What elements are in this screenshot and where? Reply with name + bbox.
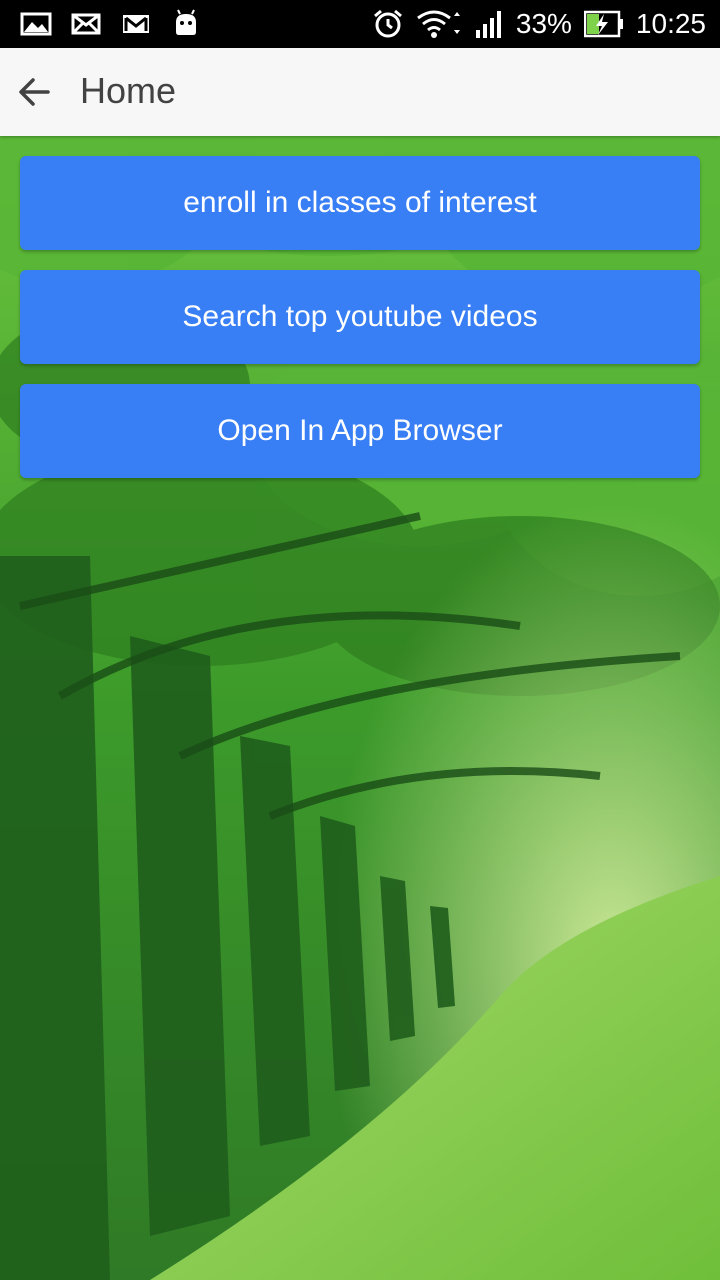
image-icon: [20, 12, 52, 36]
clock: 10:25: [635, 8, 706, 39]
alarm-icon: [373, 9, 402, 38]
enroll-classes-button[interactable]: enroll in classes of interest: [20, 156, 700, 250]
signal-icon: [475, 11, 501, 38]
screen: 33% 10:25 Home enroll in classes of inte…: [0, 0, 720, 1280]
email-icon: [71, 13, 101, 35]
app-bar: Home: [0, 48, 720, 136]
search-youtube-button[interactable]: Search top youtube videos: [20, 270, 700, 364]
enroll-classes-button-label: enroll in classes of interest: [183, 186, 537, 219]
page-title: Home: [80, 70, 177, 111]
search-youtube-button-label: Search top youtube videos: [182, 300, 538, 333]
system-icons: 33% 10:25: [372, 6, 706, 42]
open-in-app-browser-button[interactable]: Open In App Browser: [20, 384, 700, 478]
battery-charging-icon: [583, 10, 623, 38]
back-button[interactable]: [10, 68, 58, 116]
arrow-back-icon: [19, 78, 50, 106]
action-button-list: enroll in classes of interest Search top…: [20, 156, 700, 498]
battery-percent: 33%: [515, 8, 572, 39]
status-bar: 33% 10:25: [0, 0, 720, 48]
notification-icons: [20, 8, 202, 40]
open-in-app-browser-button-label: Open In App Browser: [217, 414, 503, 447]
android-icon: [176, 9, 196, 35]
wifi-icon: [416, 10, 460, 38]
gmail-icon: [123, 15, 149, 33]
